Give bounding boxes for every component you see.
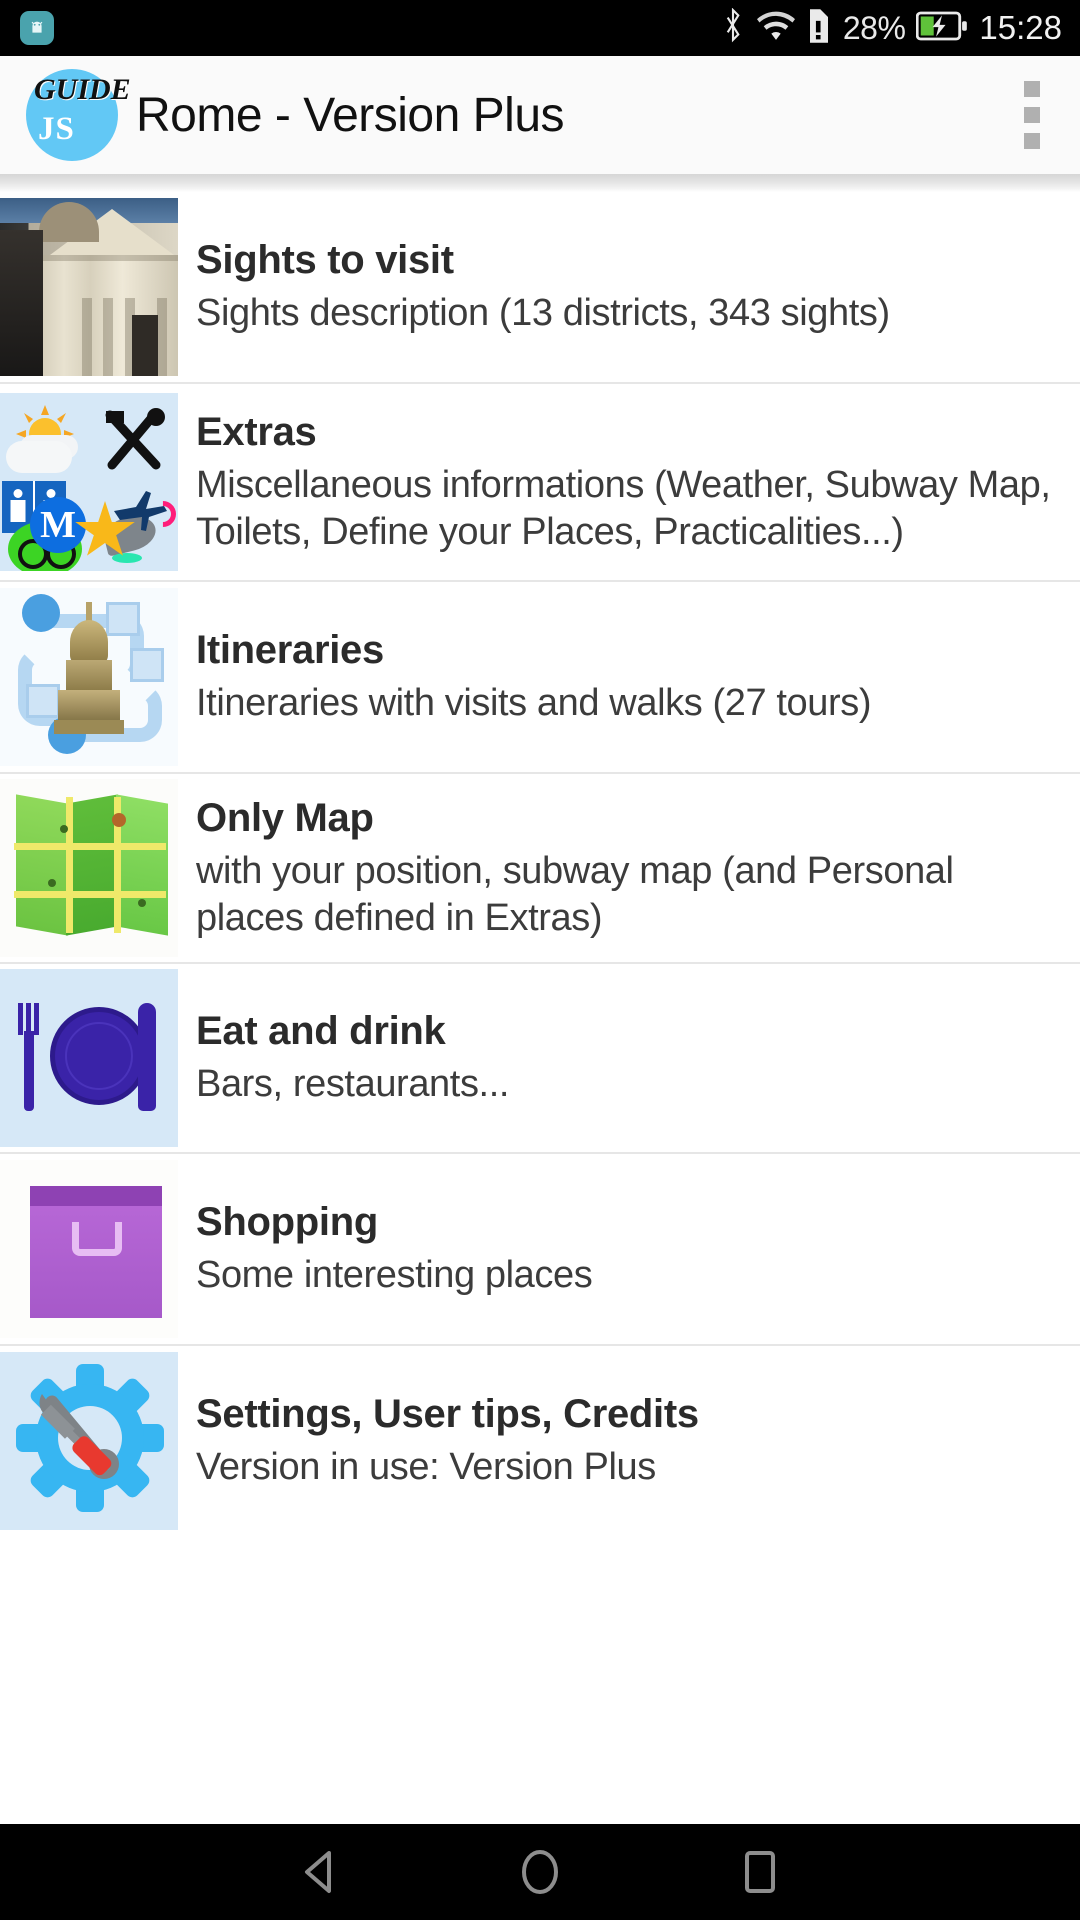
plate-icon <box>50 1007 148 1105</box>
sim-card-alert-icon <box>806 8 832 49</box>
status-bar-left <box>20 11 54 45</box>
list-item-only-map[interactable]: Only Map with your position, subway map … <box>0 774 1080 964</box>
cloud-icon <box>6 441 72 473</box>
overflow-dot-1 <box>1024 81 1040 97</box>
status-bar-right: 28% 15:28 <box>720 7 1062 49</box>
list-item-sights-to-visit[interactable]: Sights to visit Sights description (13 d… <box>0 192 1080 384</box>
hammer-wrench-icon <box>94 403 170 475</box>
overflow-dot-3 <box>1024 133 1040 149</box>
android-navigation-bar <box>0 1824 1080 1920</box>
overflow-dot-2 <box>1024 107 1040 123</box>
list-item-description: Bars, restaurants... <box>196 1063 510 1106</box>
list-item-title: Itineraries <box>196 628 384 673</box>
list-item-description: Some interesting places <box>196 1254 593 1297</box>
list-item-text: Itineraries Itineraries with visits and … <box>178 582 1080 772</box>
logo-js-text: JS <box>38 111 75 147</box>
app-bar: GUIDE JS Rome - Version Plus <box>0 56 1080 174</box>
fork-icon <box>18 1003 40 1111</box>
list-item-itineraries[interactable]: Itineraries Itineraries with visits and … <box>0 582 1080 774</box>
android-app-notification-icon[interactable] <box>20 11 54 45</box>
battery-percent-label: 28% <box>842 9 906 46</box>
list-item-title: Only Map <box>196 795 374 840</box>
phone-screen: 28% 15:28 GUIDE JS Rome - Version Plus S… <box>0 0 1080 1920</box>
list-item-text: Shopping Some interesting places <box>178 1154 1080 1344</box>
home-icon[interactable] <box>505 1837 575 1907</box>
wifi-icon <box>756 9 795 48</box>
bluetooth-icon <box>720 7 746 49</box>
list-item-thumbnail <box>0 1154 178 1344</box>
back-icon[interactable] <box>285 1837 355 1907</box>
gear-tools-icon <box>0 1352 178 1530</box>
list-item-text: Settings, User tips, Credits Version in … <box>178 1346 1080 1536</box>
main-menu-list: Sights to visit Sights description (13 d… <box>0 192 1080 1824</box>
app-bar-shadow <box>0 174 1080 192</box>
list-item-text: Sights to visit Sights description (13 d… <box>178 192 1080 382</box>
extras-collage-icon: M <box>0 393 178 571</box>
list-item-text: Only Map with your position, subway map … <box>178 774 1080 962</box>
list-item-title: Sights to visit <box>196 238 454 283</box>
list-item-thumbnail: M <box>0 384 178 580</box>
list-item-title: Eat and drink <box>196 1009 446 1054</box>
list-item-extras[interactable]: M Extras Miscellaneous informations (Wea… <box>0 384 1080 582</box>
overflow-menu-button[interactable] <box>1010 75 1054 155</box>
church-facade-photo <box>0 198 178 376</box>
recents-icon[interactable] <box>725 1837 795 1907</box>
list-item-title: Extras <box>196 409 317 454</box>
plate-fork-knife-icon <box>0 969 178 1147</box>
app-logo: GUIDE JS <box>24 67 131 163</box>
metro-m-icon: M <box>30 497 86 553</box>
list-item-thumbnail <box>0 774 178 962</box>
status-bar: 28% 15:28 <box>0 0 1080 56</box>
map-marker-icon <box>112 813 126 827</box>
list-item-thumbnail <box>0 964 178 1152</box>
list-item-title: Shopping <box>196 1200 378 1245</box>
knife-icon <box>138 1003 156 1111</box>
folded-map-icon <box>0 779 178 957</box>
list-item-eat-and-drink[interactable]: Eat and drink Bars, restaurants... <box>0 964 1080 1154</box>
list-item-description: Version in use: Version Plus <box>196 1446 656 1489</box>
clock-label: 15:28 <box>979 9 1062 46</box>
screwdriver-icon <box>28 1392 126 1484</box>
monument-dome-icon <box>54 602 124 742</box>
list-item-description: with your position, subway map (and Pers… <box>196 849 954 939</box>
list-item-text: Extras Miscellaneous informations (Weath… <box>178 384 1080 580</box>
shopping-bag-icon <box>0 1160 178 1338</box>
list-item-thumbnail <box>0 192 178 382</box>
list-item-title: Settings, User tips, Credits <box>196 1392 699 1437</box>
page-title: Rome - Version Plus <box>136 88 565 142</box>
list-item-description: Sights description (13 districts, 343 si… <box>196 292 890 335</box>
battery-charging-icon <box>916 10 968 47</box>
route-monument-icon <box>0 588 178 766</box>
list-item-text: Eat and drink Bars, restaurants... <box>178 964 1080 1152</box>
list-item-shopping[interactable]: Shopping Some interesting places <box>0 1154 1080 1346</box>
list-item-thumbnail <box>0 1346 178 1536</box>
logo-guide-text: GUIDE <box>34 73 131 106</box>
list-item-thumbnail <box>0 582 178 772</box>
list-item-settings-user-tips-credits[interactable]: Settings, User tips, Credits Version in … <box>0 1346 1080 1536</box>
list-item-description: Itineraries with visits and walks (27 to… <box>196 682 872 725</box>
list-item-description: Miscellaneous informations (Weather, Sub… <box>196 463 1051 553</box>
